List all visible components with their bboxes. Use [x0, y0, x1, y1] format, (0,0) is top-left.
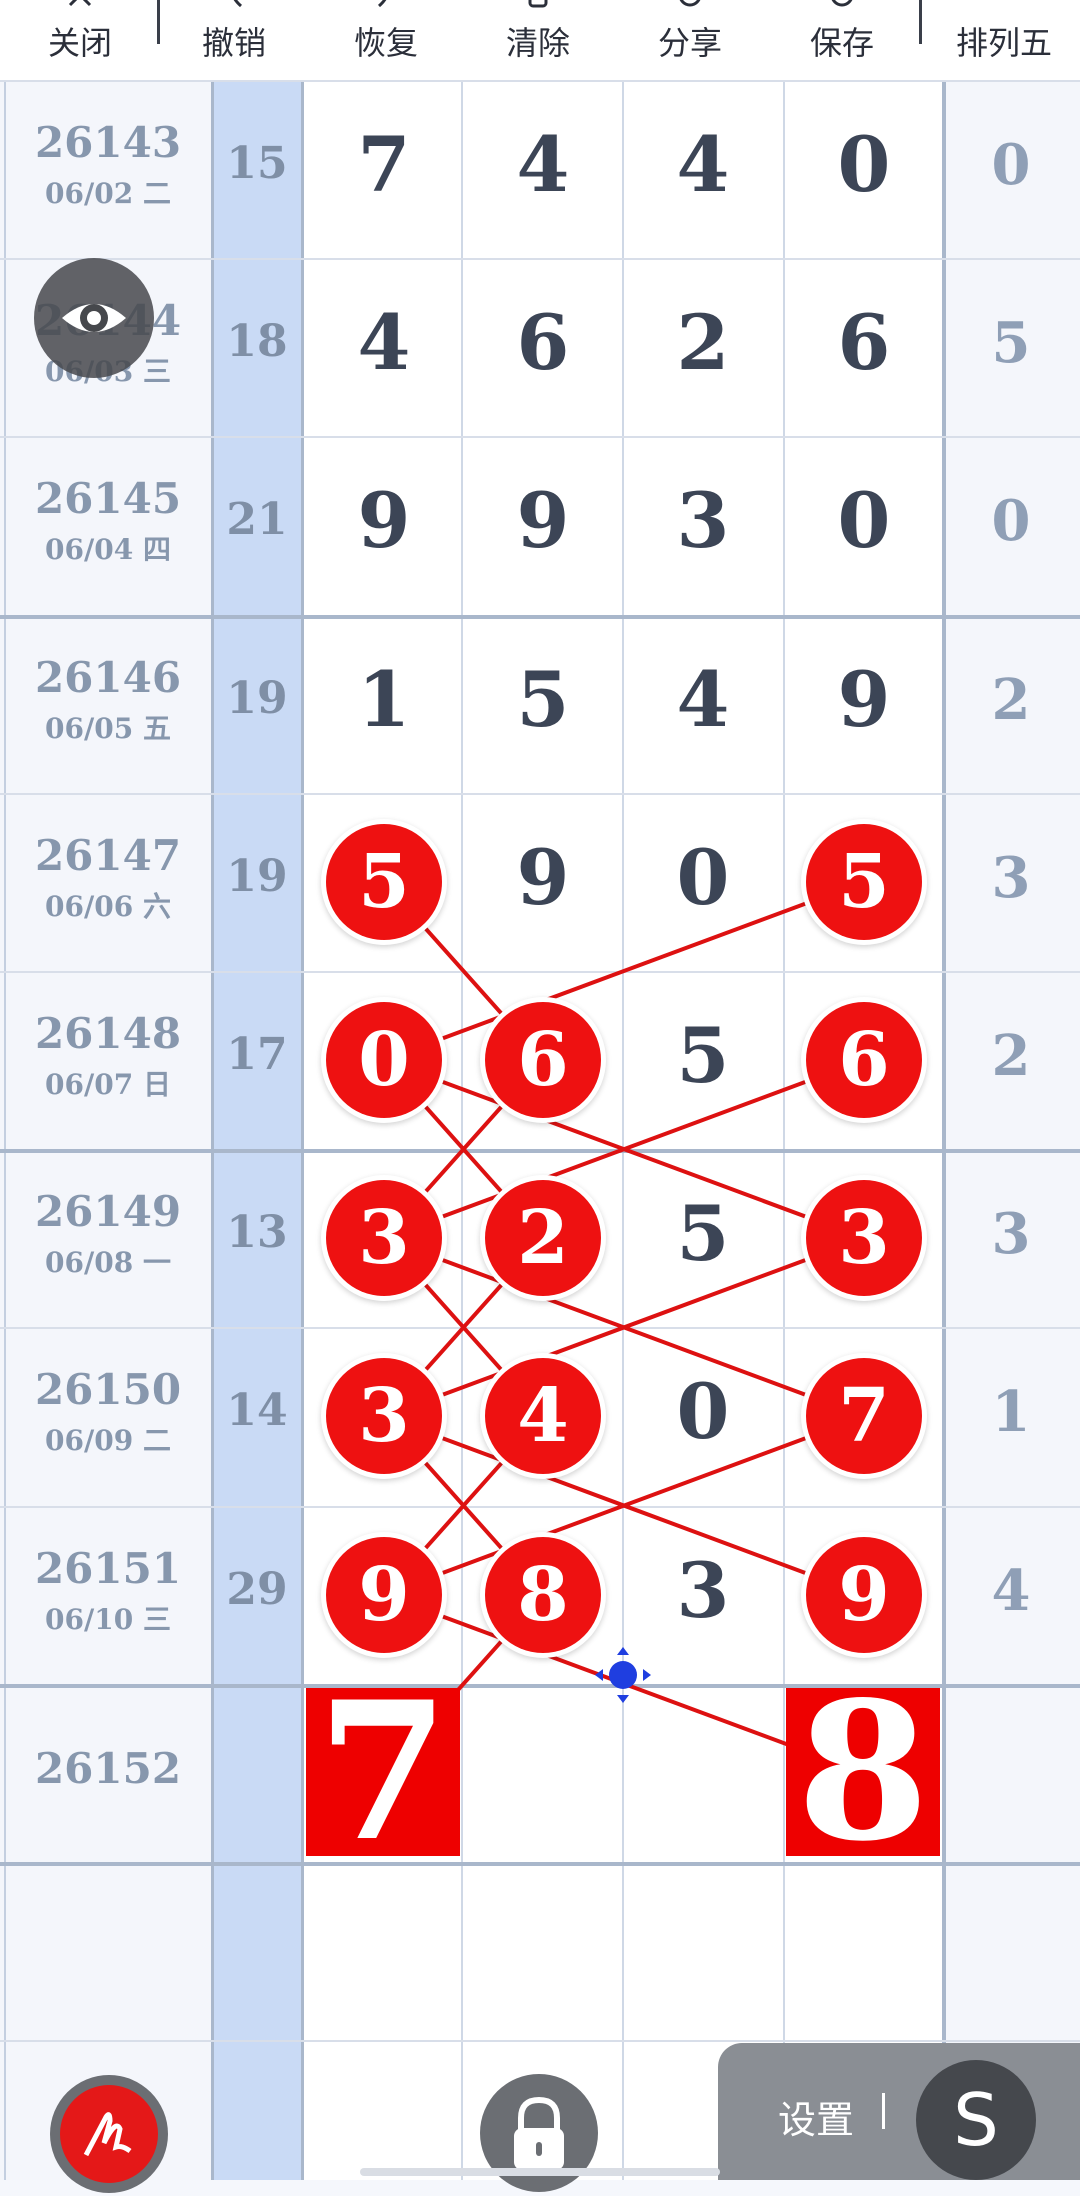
- highlight-ball[interactable]: 4: [485, 1358, 601, 1474]
- pen-tool-button[interactable]: [50, 2075, 168, 2193]
- toolbar-divider: [919, 0, 922, 44]
- home-indicator: [360, 2168, 720, 2176]
- highlight-ball[interactable]: 5: [806, 824, 922, 940]
- highlight-ball[interactable]: 7: [806, 1358, 922, 1474]
- settings-button[interactable]: 设置: [778, 2089, 854, 2144]
- highlight-ball[interactable]: 0: [326, 1002, 442, 1118]
- highlight-ball[interactable]: 8: [485, 1537, 601, 1653]
- close-icon: [68, 0, 92, 7]
- save-button[interactable]: 保存: [782, 0, 902, 80]
- highlight-ball[interactable]: 5: [326, 824, 442, 940]
- panel-divider: [882, 2093, 885, 2129]
- highlight-ball[interactable]: 3: [326, 1358, 442, 1474]
- red-pen-swatch: [60, 2085, 158, 2183]
- close-button[interactable]: 关闭: [20, 0, 140, 80]
- trend-line: [383, 880, 865, 1062]
- redo-button[interactable]: 恢复: [326, 0, 446, 80]
- eye-toggle-button[interactable]: [34, 258, 154, 378]
- trend-grid: 2614306/02 二15744002614406/03 三184626526…: [0, 80, 1080, 2180]
- highlight-ball[interactable]: 2: [485, 1180, 601, 1296]
- toolbar: 关闭 撤销 恢复 清除 分享 保存 排列五: [0, 0, 1080, 81]
- save-icon: [831, 0, 853, 7]
- clear-icon: [528, 0, 548, 8]
- highlight-ball[interactable]: 9: [806, 1537, 922, 1653]
- lottery-type-selector[interactable]: 排列五: [934, 0, 1074, 80]
- undo-icon: [233, 0, 243, 8]
- highlight-ball[interactable]: 6: [485, 1002, 601, 1118]
- share-icon: [679, 0, 701, 7]
- prediction-box[interactable]: 7: [306, 1677, 460, 1867]
- undo-button[interactable]: 撤销: [174, 0, 294, 80]
- eye-icon: [62, 304, 126, 332]
- toolbar-divider: [157, 0, 160, 44]
- clear-button[interactable]: 清除: [478, 0, 598, 80]
- highlight-ball[interactable]: 3: [326, 1180, 442, 1296]
- highlight-ball[interactable]: 6: [806, 1002, 922, 1118]
- s-app-button[interactable]: S: [916, 2060, 1036, 2180]
- share-button[interactable]: 分享: [630, 0, 750, 80]
- highlight-ball[interactable]: 3: [806, 1180, 922, 1296]
- handwriting-icon: [83, 2112, 132, 2157]
- prediction-box[interactable]: 8: [786, 1677, 940, 1867]
- highlight-ball[interactable]: 9: [326, 1537, 442, 1653]
- redo-icon: [377, 0, 387, 8]
